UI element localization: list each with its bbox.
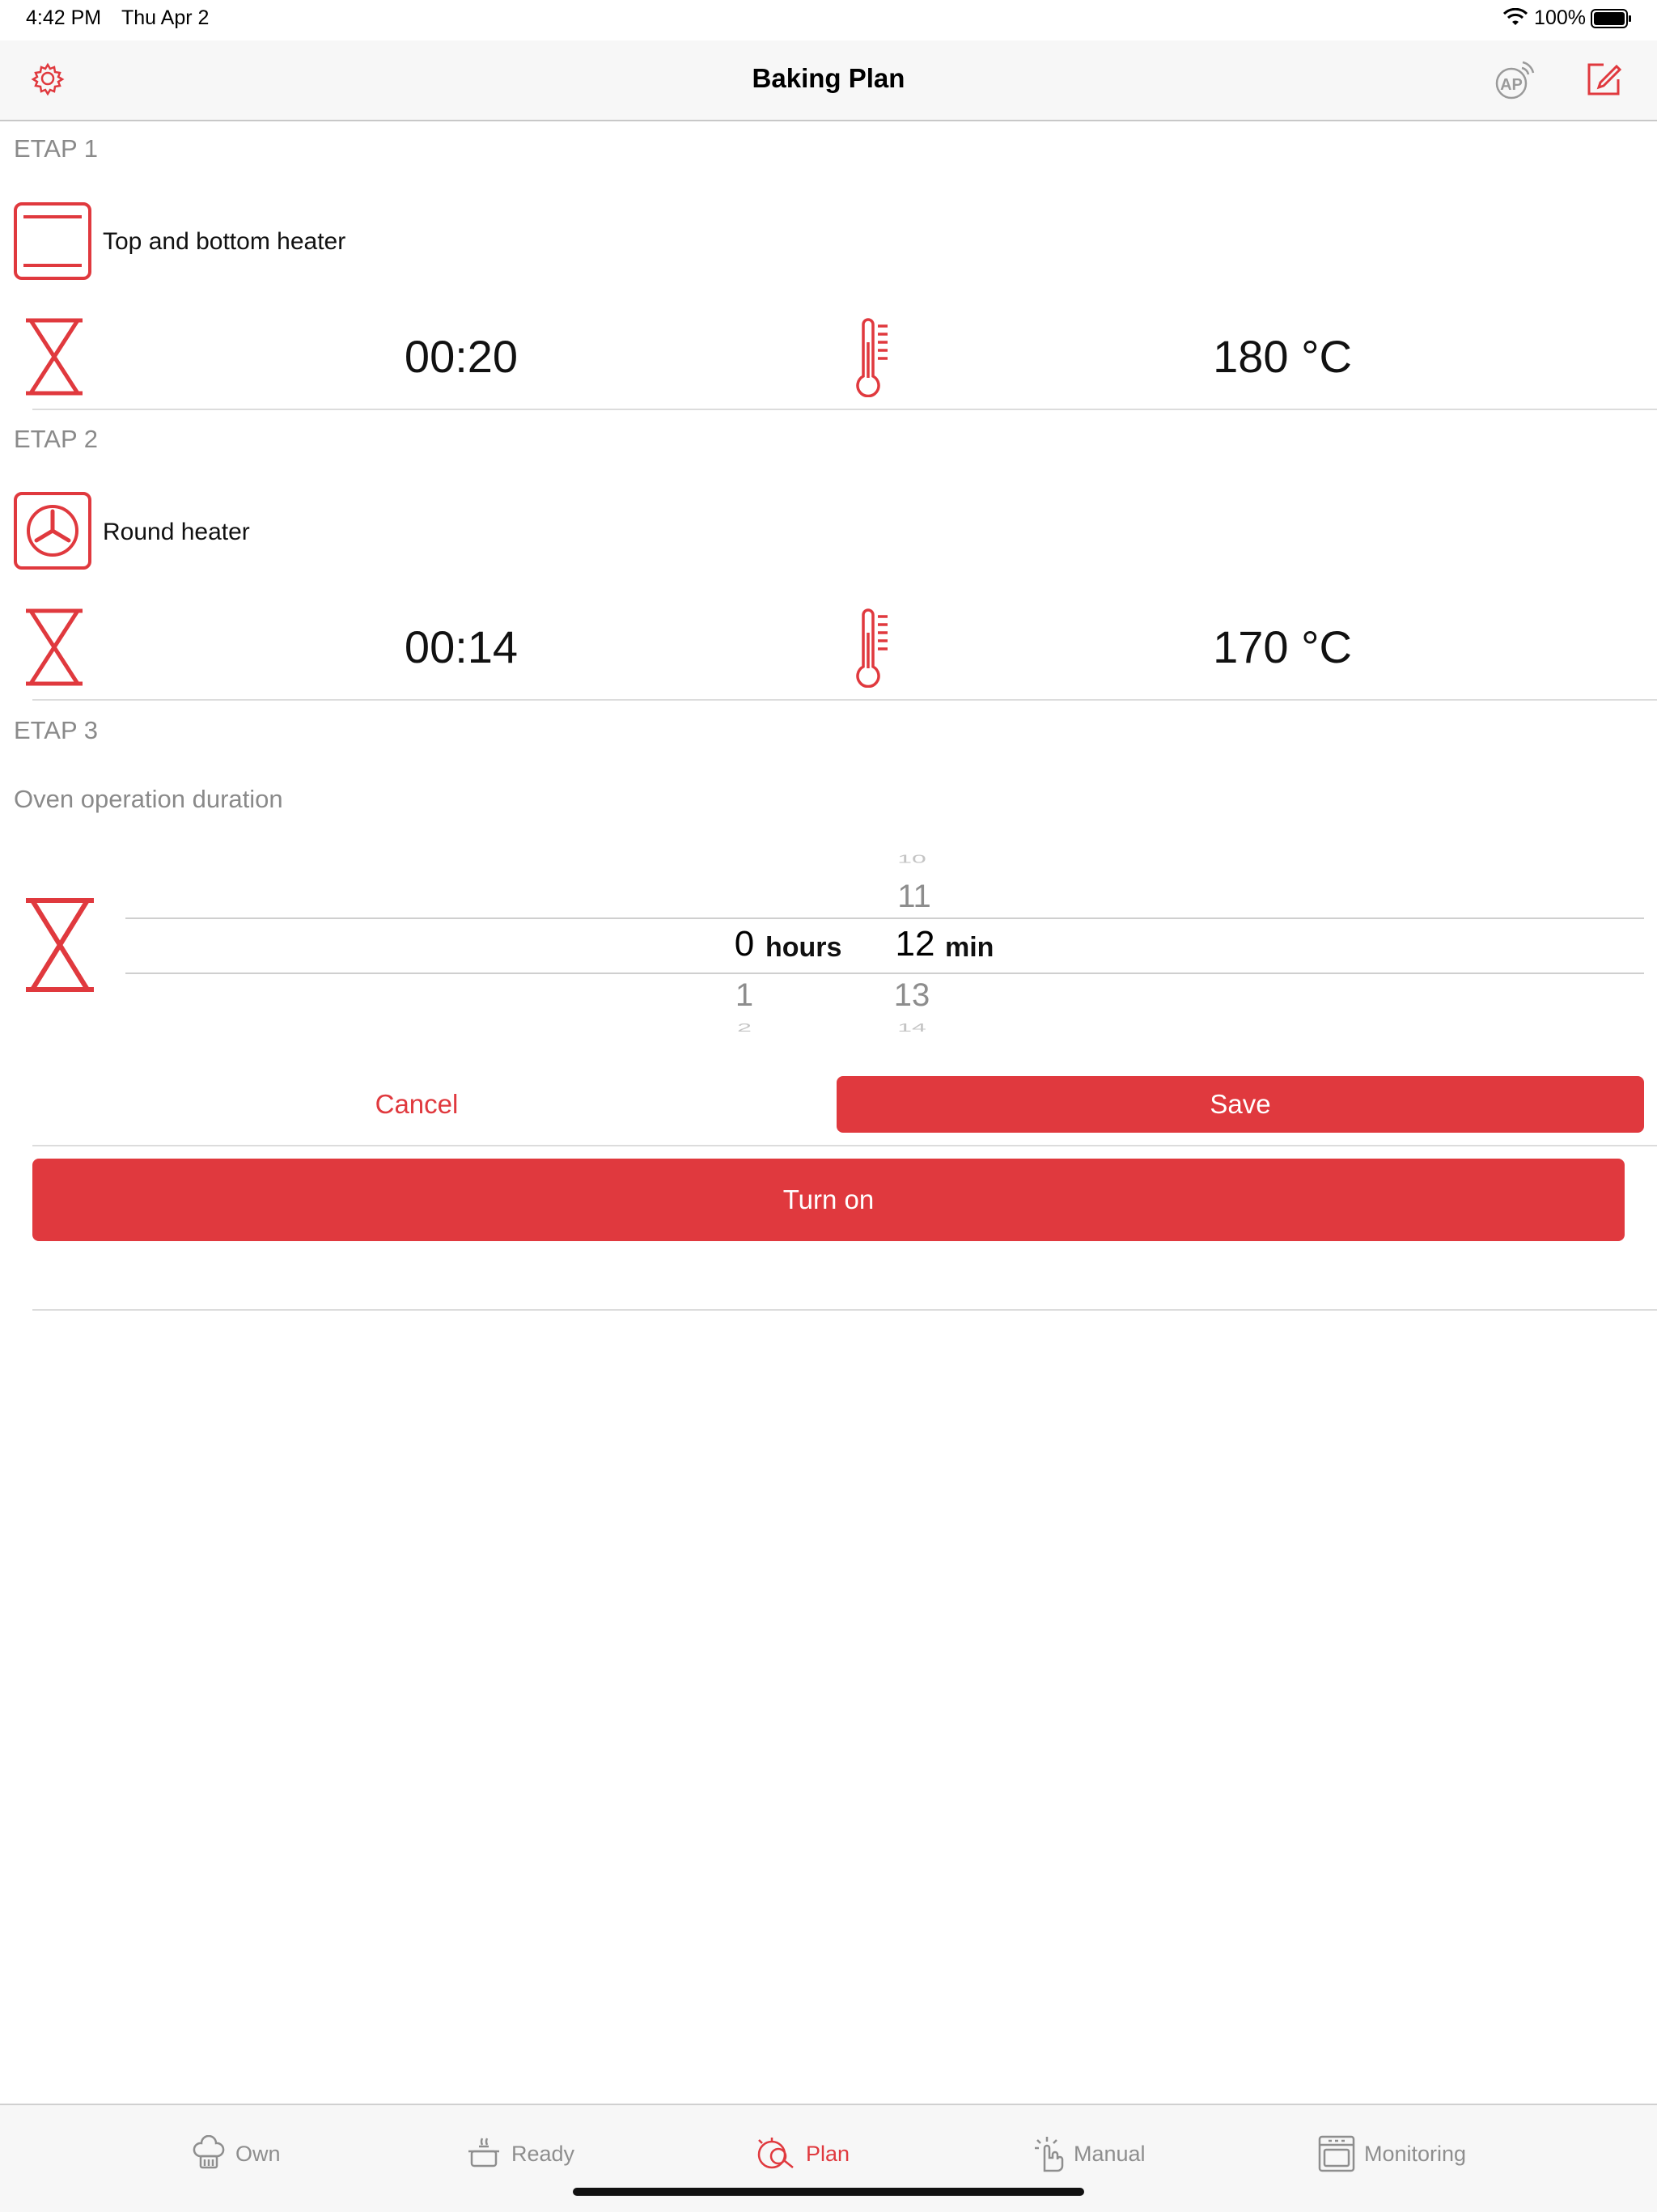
navigation-bar: Baking Plan AP xyxy=(0,40,1657,121)
svg-text:AP: AP xyxy=(1500,76,1523,94)
minutes-unit: min xyxy=(945,932,994,963)
battery-icon xyxy=(1591,9,1631,28)
tab-own[interactable]: Own xyxy=(190,2129,281,2178)
hand-tap-icon xyxy=(1035,2137,1064,2172)
status-bar: 4:42 PM Thu Apr 2 100% xyxy=(0,0,1657,40)
chef-hat-icon xyxy=(193,2135,225,2169)
tab-monitoring[interactable]: Monitoring xyxy=(1317,2129,1466,2178)
tab-ready-label: Ready xyxy=(511,2141,575,2166)
minutes-selected[interactable]: 12 xyxy=(890,924,940,964)
tab-own-label: Own xyxy=(235,2141,281,2166)
divider xyxy=(32,1309,1657,1311)
edit-icon[interactable] xyxy=(1584,60,1623,99)
oven-monitor-icon xyxy=(1318,2135,1355,2172)
wifi-icon xyxy=(1503,8,1528,25)
page-title: Baking Plan xyxy=(752,63,905,93)
stage-3-label: ETAP 3 xyxy=(14,716,98,744)
battery-percent: 100% xyxy=(1534,6,1586,29)
stage-1-time[interactable]: 00:20 xyxy=(380,330,542,383)
stage-2-label: ETAP 2 xyxy=(14,425,98,453)
picker-selection-bottom xyxy=(125,973,1644,974)
top-bottom-heater-icon xyxy=(14,202,91,280)
tab-manual[interactable]: Manual xyxy=(1032,2129,1146,2178)
picker-selection-top xyxy=(125,917,1644,919)
tab-plan[interactable]: Plan xyxy=(756,2129,850,2178)
hours-unit: hours xyxy=(765,932,842,963)
hours-option[interactable]: 1 xyxy=(720,977,769,1014)
divider xyxy=(32,409,1657,410)
pot-icon xyxy=(468,2138,499,2168)
fan-heater-icon xyxy=(14,492,91,570)
home-indicator xyxy=(573,2188,1084,2196)
tab-manual-label: Manual xyxy=(1074,2141,1146,2166)
stage-2-mode: Round heater xyxy=(103,519,250,545)
stage-2-temperature[interactable]: 170 °C xyxy=(1173,621,1392,673)
thermometer-icon xyxy=(856,318,888,397)
stage-1-mode: Top and bottom heater xyxy=(103,228,346,255)
stage-1-label: ETAP 1 xyxy=(14,134,98,163)
tab-ready[interactable]: Ready xyxy=(466,2129,574,2178)
thermometer-icon xyxy=(856,608,888,688)
duration-picker[interactable] xyxy=(125,841,1644,1044)
hourglass-icon xyxy=(26,898,94,992)
minutes-option[interactable]: 13 xyxy=(888,977,936,1014)
hourglass-icon xyxy=(26,318,83,396)
minutes-option[interactable]: 11 xyxy=(890,879,939,915)
status-date: Thu Apr 2 xyxy=(121,6,210,29)
stage-1-temperature[interactable]: 180 °C xyxy=(1173,330,1392,383)
divider xyxy=(32,699,1657,701)
tab-plan-label: Plan xyxy=(806,2141,850,2166)
hourglass-icon xyxy=(26,608,83,686)
status-time: 4:42 PM xyxy=(26,6,102,29)
hours-selected[interactable]: 0 xyxy=(720,924,769,964)
stage-2-time[interactable]: 00:14 xyxy=(380,621,542,673)
minutes-option[interactable]: 14 xyxy=(888,1021,936,1035)
turn-on-button[interactable]: Turn on xyxy=(32,1159,1625,1241)
plan-icon xyxy=(757,2138,794,2169)
cancel-button[interactable]: Cancel xyxy=(32,1076,801,1133)
tab-monitoring-label: Monitoring xyxy=(1364,2141,1467,2166)
ap-icon[interactable]: AP xyxy=(1491,58,1535,102)
duration-label: Oven operation duration xyxy=(14,785,283,813)
hours-option[interactable]: 2 xyxy=(720,1021,769,1035)
divider xyxy=(32,1145,1657,1146)
minutes-option[interactable]: 10 xyxy=(888,854,936,865)
save-button[interactable]: Save xyxy=(837,1076,1644,1133)
